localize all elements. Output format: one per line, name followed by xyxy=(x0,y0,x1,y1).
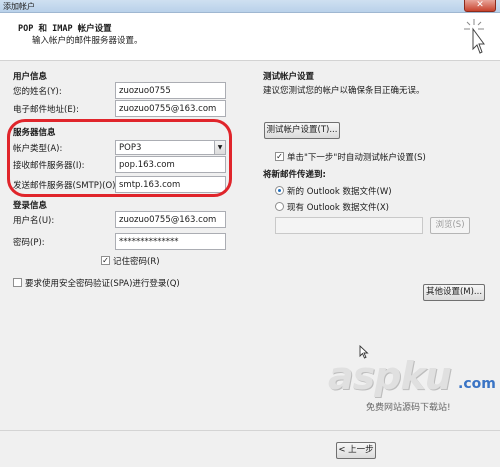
new-data-file-radio[interactable] xyxy=(275,186,284,195)
title-bar: 添加帐户 ✕ xyxy=(0,0,500,13)
browse-button[interactable]: 浏览(S) xyxy=(430,217,470,234)
wizard-header: POP 和 IMAP 帐户设置 输入帐户的邮件服务器设置。 xyxy=(0,13,500,61)
test-account-settings-button[interactable]: 测试帐户设置(T)... xyxy=(264,122,340,139)
auto-test-checkbox[interactable]: ✓ xyxy=(275,152,284,161)
password-label: 密码(P): xyxy=(13,238,45,248)
existing-data-file-label: 现有 Outlook 数据文件(X) xyxy=(287,203,389,213)
test-settings-heading: 测试帐户设置 xyxy=(263,72,315,82)
spa-label: 要求使用安全密码验证(SPA)进行登录(Q) xyxy=(25,279,180,289)
email-label: 电子邮件地址(E): xyxy=(13,105,79,115)
password-field[interactable]: ************** xyxy=(115,233,226,250)
watermark-tld: .com xyxy=(458,376,496,392)
spa-checkbox[interactable] xyxy=(13,278,22,287)
auto-test-label: 单击"下一步"时自动测试帐户设置(S) xyxy=(287,153,426,163)
watermark-brand: aspku xyxy=(328,354,452,398)
username-field[interactable]: zuozuo0755@163.com xyxy=(115,211,226,228)
wizard-cursor-icon xyxy=(464,19,485,54)
page-title: POP 和 IMAP 帐户设置 xyxy=(18,24,112,34)
more-settings-button[interactable]: 其他设置(M)... xyxy=(423,284,485,301)
watermark-logo: aspku .com 免费网站源码下载站! xyxy=(328,352,498,413)
username-label: 用户名(U): xyxy=(13,216,55,226)
existing-data-file-radio[interactable] xyxy=(275,202,284,211)
page-subtitle: 输入帐户的邮件服务器设置。 xyxy=(32,36,143,46)
window-title: 添加帐户 xyxy=(3,2,35,11)
server-info-highlight-ring xyxy=(7,119,232,197)
previous-button[interactable]: < 上一步 xyxy=(336,442,376,459)
login-info-heading: 登录信息 xyxy=(13,201,48,211)
watermark-slogan: 免费网站源码下载站! xyxy=(366,403,451,413)
name-label: 您的姓名(Y): xyxy=(13,87,62,97)
user-info-heading: 用户信息 xyxy=(13,72,48,82)
new-data-file-label: 新的 Outlook 数据文件(W) xyxy=(287,187,392,197)
name-field[interactable]: zuozuo0755 xyxy=(115,82,226,99)
close-button[interactable]: ✕ xyxy=(464,0,496,12)
existing-data-file-path xyxy=(275,217,423,234)
remember-password-label: 记住密码(R) xyxy=(113,257,160,267)
delivery-heading: 将新邮件传递到: xyxy=(263,170,326,180)
footer-divider xyxy=(0,430,500,431)
email-field[interactable]: zuozuo0755@163.com xyxy=(115,100,226,117)
remember-password-checkbox[interactable]: ✓ xyxy=(101,256,110,265)
test-settings-description: 建议您测试您的帐户以确保条目正确无误。 xyxy=(263,86,425,96)
